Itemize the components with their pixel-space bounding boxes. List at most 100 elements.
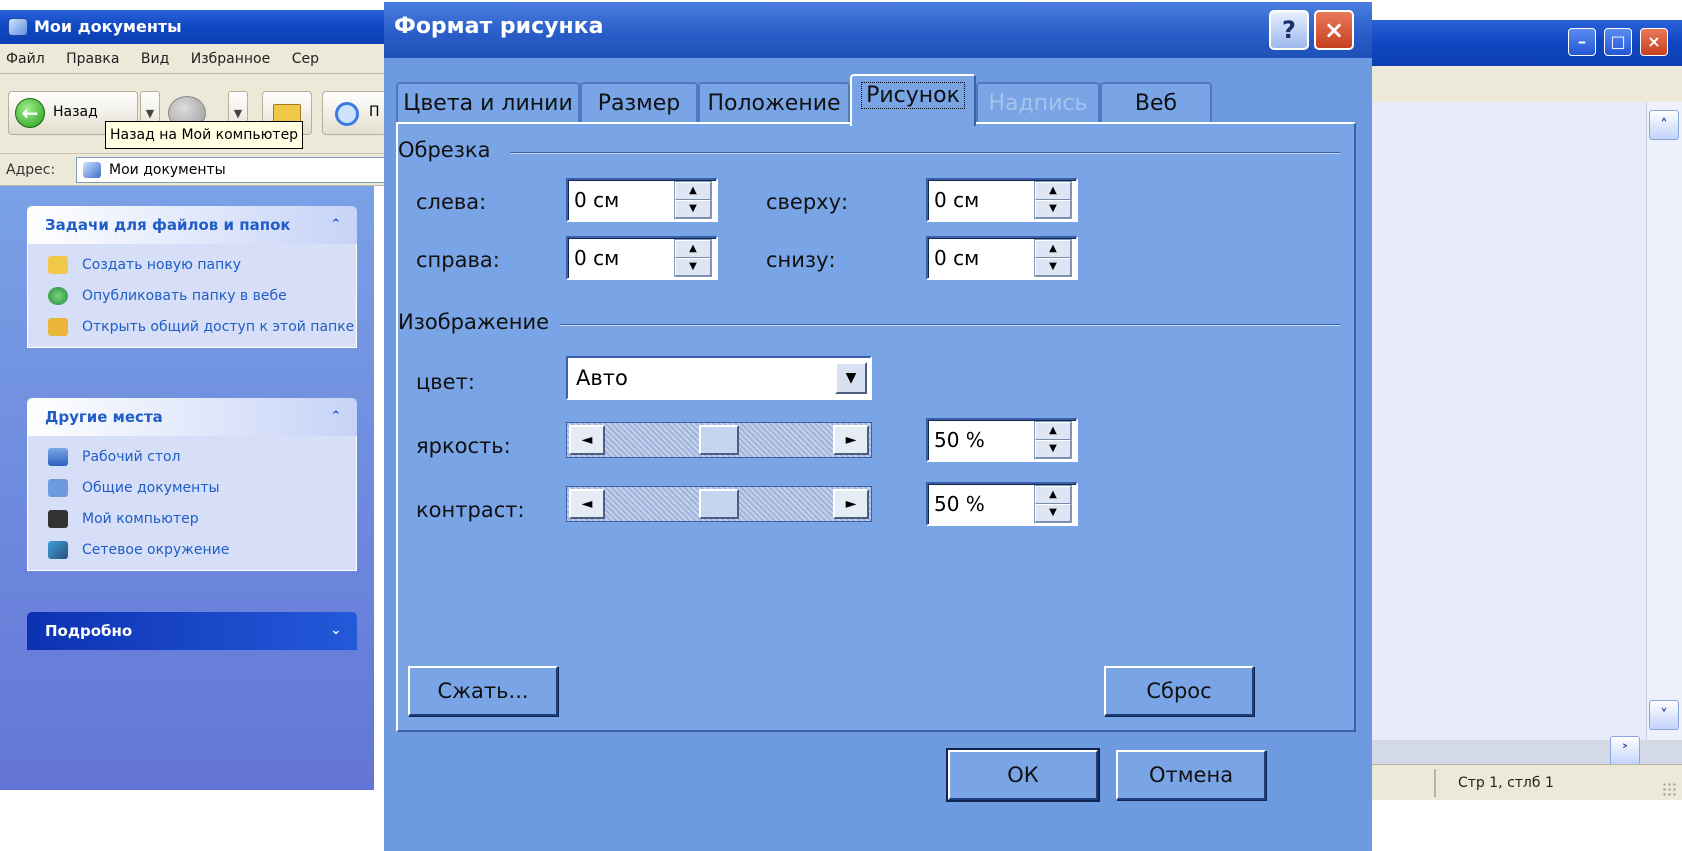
maximize-button[interactable]: □ [1604,28,1632,56]
menu-favorites[interactable]: Избранное [191,51,271,67]
crop-top-spinner[interactable]: ▲ ▼ [1034,181,1072,219]
details-panel: Подробно ⌄ [27,612,357,650]
dialog-title-bar[interactable]: Формат рисунка ? × [384,2,1372,58]
brightness-slider[interactable]: ◄ ► [566,422,872,458]
spin-down-icon[interactable]: ▼ [1035,440,1071,458]
slider-right-arrow-icon[interactable]: ► [833,489,869,519]
menu-file[interactable]: Файл [6,51,45,67]
help-button[interactable]: ? [1269,10,1309,50]
contrast-slider[interactable]: ◄ ► [566,486,872,522]
spin-down-icon[interactable]: ▼ [675,200,711,218]
my-documents-icon [83,162,101,178]
cancel-button[interactable]: Отмена [1116,750,1266,800]
tab-position[interactable]: Положение [698,82,850,124]
task-share-folder[interactable]: Открыть общий доступ к этой папке [28,318,356,337]
brightness-field[interactable]: 50 % ▲ ▼ [926,418,1078,462]
spin-down-icon[interactable]: ▼ [675,258,711,276]
crop-right-field[interactable]: 0 см ▲ ▼ [566,236,718,280]
contrast-value: 50 % [934,492,985,516]
crop-bottom-spinner[interactable]: ▲ ▼ [1034,239,1072,277]
menu-view[interactable]: Вид [141,51,169,67]
document-area[interactable] [1368,102,1646,740]
dialog-title: Формат рисунка [394,14,604,39]
shared-documents-icon [48,479,68,497]
contrast-field[interactable]: 50 % ▲ ▼ [926,482,1078,526]
file-tasks-header[interactable]: Задачи для файлов и папок ⌃ [27,206,357,244]
tab-web[interactable]: Веб [1100,82,1212,124]
vertical-scrollbar[interactable]: ˄ ˅ [1646,102,1682,740]
task-publish-web-label: Опубликовать папку в вебе [82,288,287,304]
window-close-button[interactable]: × [1640,28,1668,56]
brightness-slider-thumb[interactable] [699,425,739,455]
task-new-folder[interactable]: Создать новую папку [28,256,356,275]
spin-down-icon[interactable]: ▼ [1035,200,1071,218]
reset-button[interactable]: Сброс [1104,666,1254,716]
details-title: Подробно [45,622,133,640]
back-tooltip: Назад на Мой компьютер [105,121,304,149]
collapse-chevron-icon[interactable]: ⌃ [325,206,347,244]
other-places-header[interactable]: Другие места ⌃ [27,398,357,436]
task-publish-web[interactable]: Опубликовать папку в вебе [28,287,356,306]
task-pane: Задачи для файлов и папок ⌃ Создать нову… [0,186,374,790]
place-desktop[interactable]: Рабочий стол [28,448,356,467]
tab-size[interactable]: Размер [580,82,698,124]
spin-up-icon[interactable]: ▲ [1035,240,1071,258]
dialog-close-button[interactable]: × [1314,10,1354,50]
spin-down-icon[interactable]: ▼ [1035,258,1071,276]
tab-text-box: Надпись [976,82,1100,124]
horizontal-scrollbar[interactable]: ˃ [1368,736,1682,766]
crop-top-field[interactable]: 0 см ▲ ▼ [926,178,1078,222]
task-new-folder-label: Создать новую папку [82,257,242,273]
brightness-spinner[interactable]: ▲ ▼ [1034,421,1072,459]
word-window: – □ × ˄ ˅ ˃ Стр 1, стлб 1 [1368,0,1682,800]
ok-button[interactable]: ОК [948,750,1098,800]
crop-bottom-field[interactable]: 0 см ▲ ▼ [926,236,1078,280]
resize-grip-icon[interactable] [1662,782,1676,796]
other-places-body: Рабочий стол Общие документы Мой компьют… [27,436,357,571]
explorer-title: Мои документы [34,17,182,36]
color-select-value: Авто [576,366,628,390]
crop-group-divider [510,152,1340,154]
image-group-label: Изображение [398,310,550,334]
slider-left-arrow-icon[interactable]: ◄ [569,489,605,519]
compress-button[interactable]: Сжать... [408,666,558,716]
scroll-down-button[interactable]: ˅ [1649,700,1679,730]
crop-top-value: 0 см [934,188,980,212]
expand-chevron-icon[interactable]: ⌄ [325,612,347,650]
crop-left-spinner[interactable]: ▲ ▼ [674,181,712,219]
details-header[interactable]: Подробно ⌄ [27,612,357,650]
menu-edit[interactable]: Правка [66,51,119,67]
new-folder-icon [48,256,68,274]
scroll-up-button[interactable]: ˄ [1649,110,1679,140]
contrast-label: контраст: [416,498,525,522]
spin-up-icon[interactable]: ▲ [1035,486,1071,504]
file-tasks-panel: Задачи для файлов и папок ⌃ Создать нову… [27,206,357,348]
tab-picture[interactable]: Рисунок [850,74,976,126]
place-shared-docs[interactable]: Общие документы [28,479,356,498]
spin-up-icon[interactable]: ▲ [675,182,711,200]
other-places-title: Другие места [45,408,163,426]
crop-left-field[interactable]: 0 см ▲ ▼ [566,178,718,222]
place-network[interactable]: Сетевое окружение [28,541,356,560]
tab-colors-lines[interactable]: Цвета и линии [396,82,580,124]
spin-up-icon[interactable]: ▲ [1035,182,1071,200]
menu-service[interactable]: Сер [292,51,319,67]
crop-right-spinner[interactable]: ▲ ▼ [674,239,712,277]
contrast-slider-thumb[interactable] [699,489,739,519]
dropdown-arrow-icon[interactable]: ▼ [835,362,867,394]
contrast-spinner[interactable]: ▲ ▼ [1034,485,1072,523]
slider-left-arrow-icon[interactable]: ◄ [569,425,605,455]
slider-right-arrow-icon[interactable]: ► [833,425,869,455]
publish-web-icon [48,287,68,305]
place-my-computer[interactable]: Мой компьютер [28,510,356,529]
spin-up-icon[interactable]: ▲ [1035,422,1071,440]
spin-up-icon[interactable]: ▲ [675,240,711,258]
collapse-chevron-icon[interactable]: ⌃ [325,398,347,436]
scroll-right-button[interactable]: ˃ [1610,736,1640,766]
minimize-button[interactable]: – [1568,28,1596,56]
search-button-label: П [369,104,380,120]
status-position: Стр 1, стлб 1 [1458,775,1554,791]
spin-down-icon[interactable]: ▼ [1035,504,1071,522]
word-title-bar[interactable]: – □ × [1368,20,1682,66]
color-select[interactable]: Авто ▼ [566,356,872,400]
